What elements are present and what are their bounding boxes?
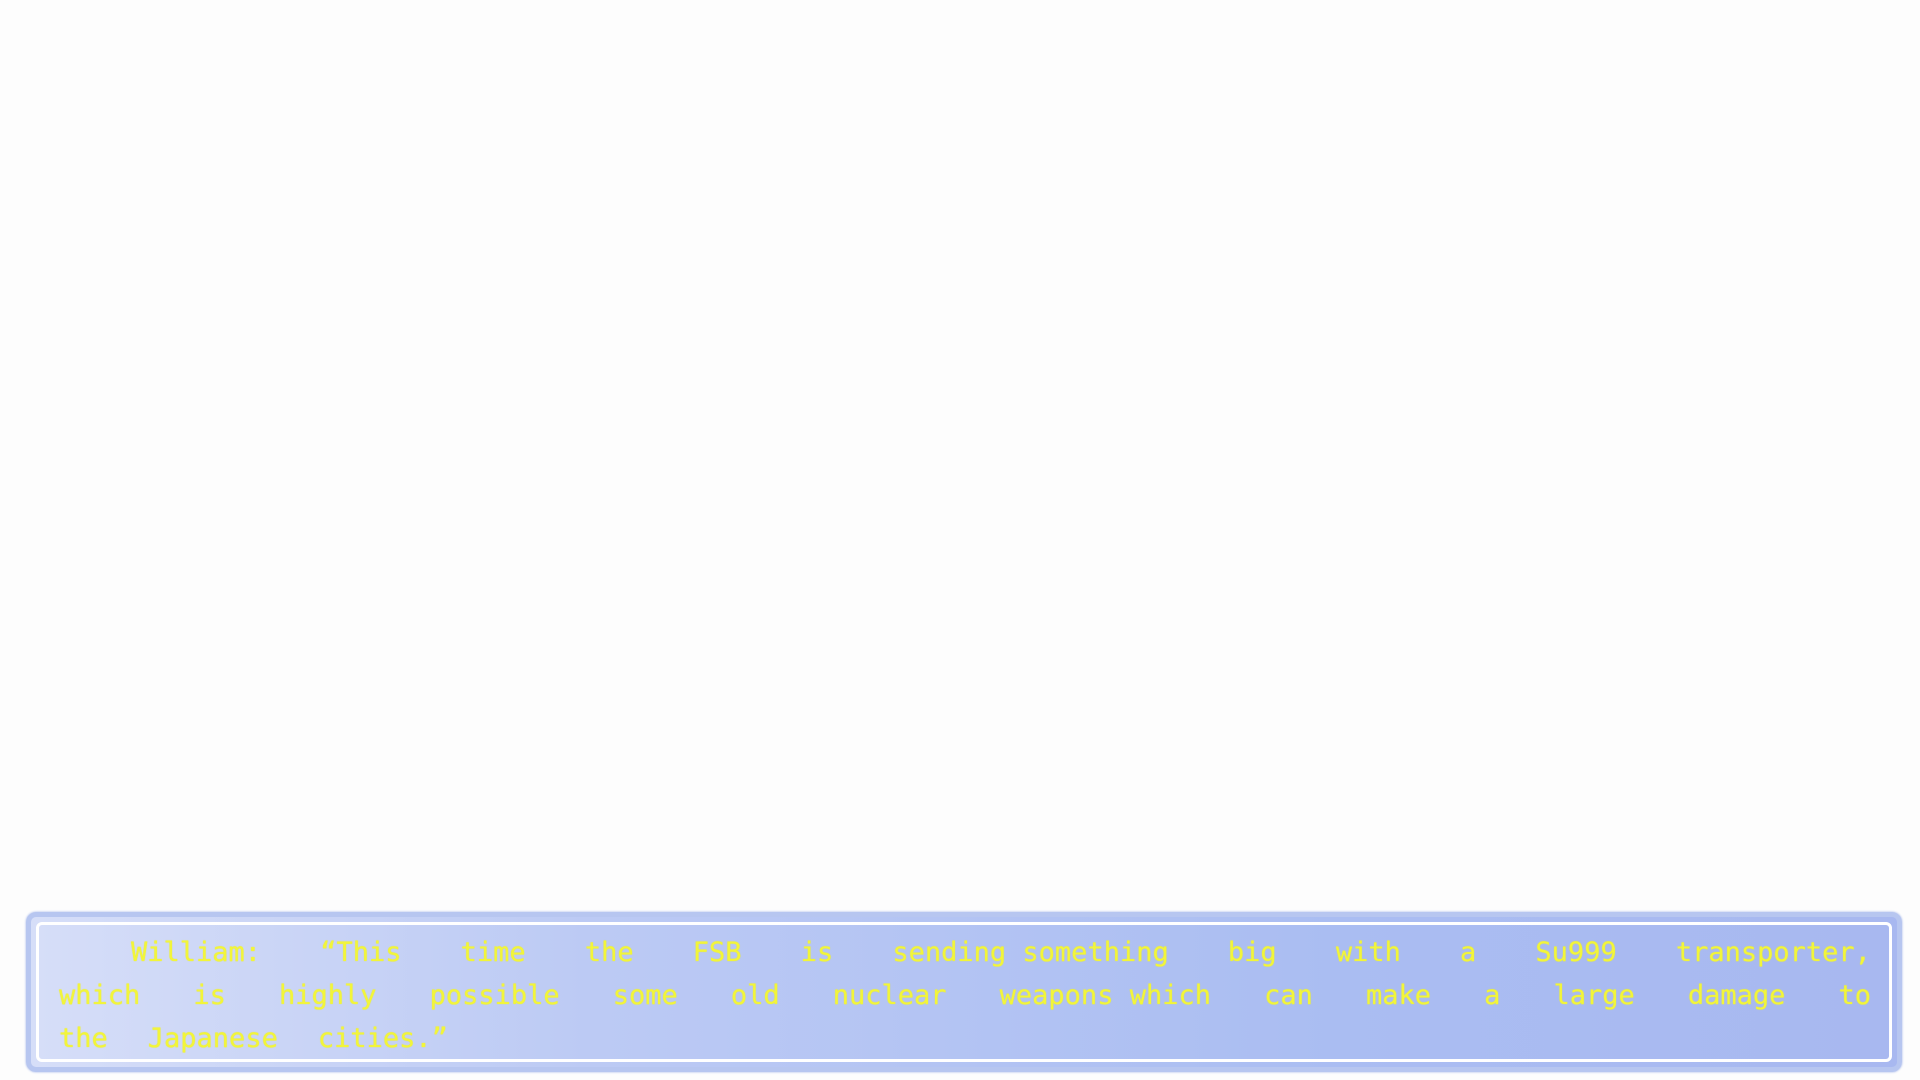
dialogue-word: damage (1687, 980, 1786, 1011)
speaker-name: William: (131, 937, 262, 968)
dialogue-line-2: which is highly possible some old nuclea… (59, 974, 1871, 1017)
dialogue-word: Su999 (1535, 937, 1617, 968)
game-scene: William: “This time the FSB is sending s… (0, 0, 1920, 1080)
dialogue-word: nuclear (832, 980, 947, 1011)
dialogue-word: a (1484, 980, 1501, 1011)
dialogue-word: is (193, 980, 226, 1011)
dialogue-word: the (584, 937, 634, 968)
dialogue-word: FSB (692, 937, 742, 968)
dialogue-word: some (612, 980, 678, 1011)
dialogue-word: possible (429, 980, 560, 1011)
dialogue-word: can (1264, 980, 1313, 1011)
dialogue-word: to (1838, 980, 1871, 1011)
dialogue-word: a (1460, 937, 1477, 968)
dialogue-word: sending something (892, 937, 1169, 968)
dialogue-word: Japanese (147, 1023, 278, 1054)
dialogue-word: large (1553, 980, 1635, 1011)
dialogue-word: “This (320, 937, 402, 968)
dialogue-word: cities.” (317, 1023, 448, 1054)
dialogue-line-1: William: “This time the FSB is sending s… (59, 931, 1871, 974)
dialogue-text-area: William: “This time the FSB is sending s… (36, 922, 1892, 1062)
dialogue-line-3: the Japanese cities.” (59, 1017, 1871, 1059)
dialogue-word: transporter, (1675, 937, 1871, 968)
dialogue-word: which (59, 980, 141, 1011)
dialogue-word: is (800, 937, 834, 968)
dialogue-word: time (460, 937, 526, 968)
dialogue-word: highly (278, 980, 377, 1011)
dialogue-box[interactable]: William: “This time the FSB is sending s… (26, 912, 1902, 1072)
dialogue-word: big (1227, 937, 1277, 968)
dialogue-word: with (1335, 937, 1401, 968)
dialogue-word: the (59, 1023, 108, 1054)
dialogue-word: weapons which (999, 980, 1211, 1011)
dialogue-word: make (1365, 980, 1431, 1011)
dialogue-word: old (730, 980, 780, 1011)
